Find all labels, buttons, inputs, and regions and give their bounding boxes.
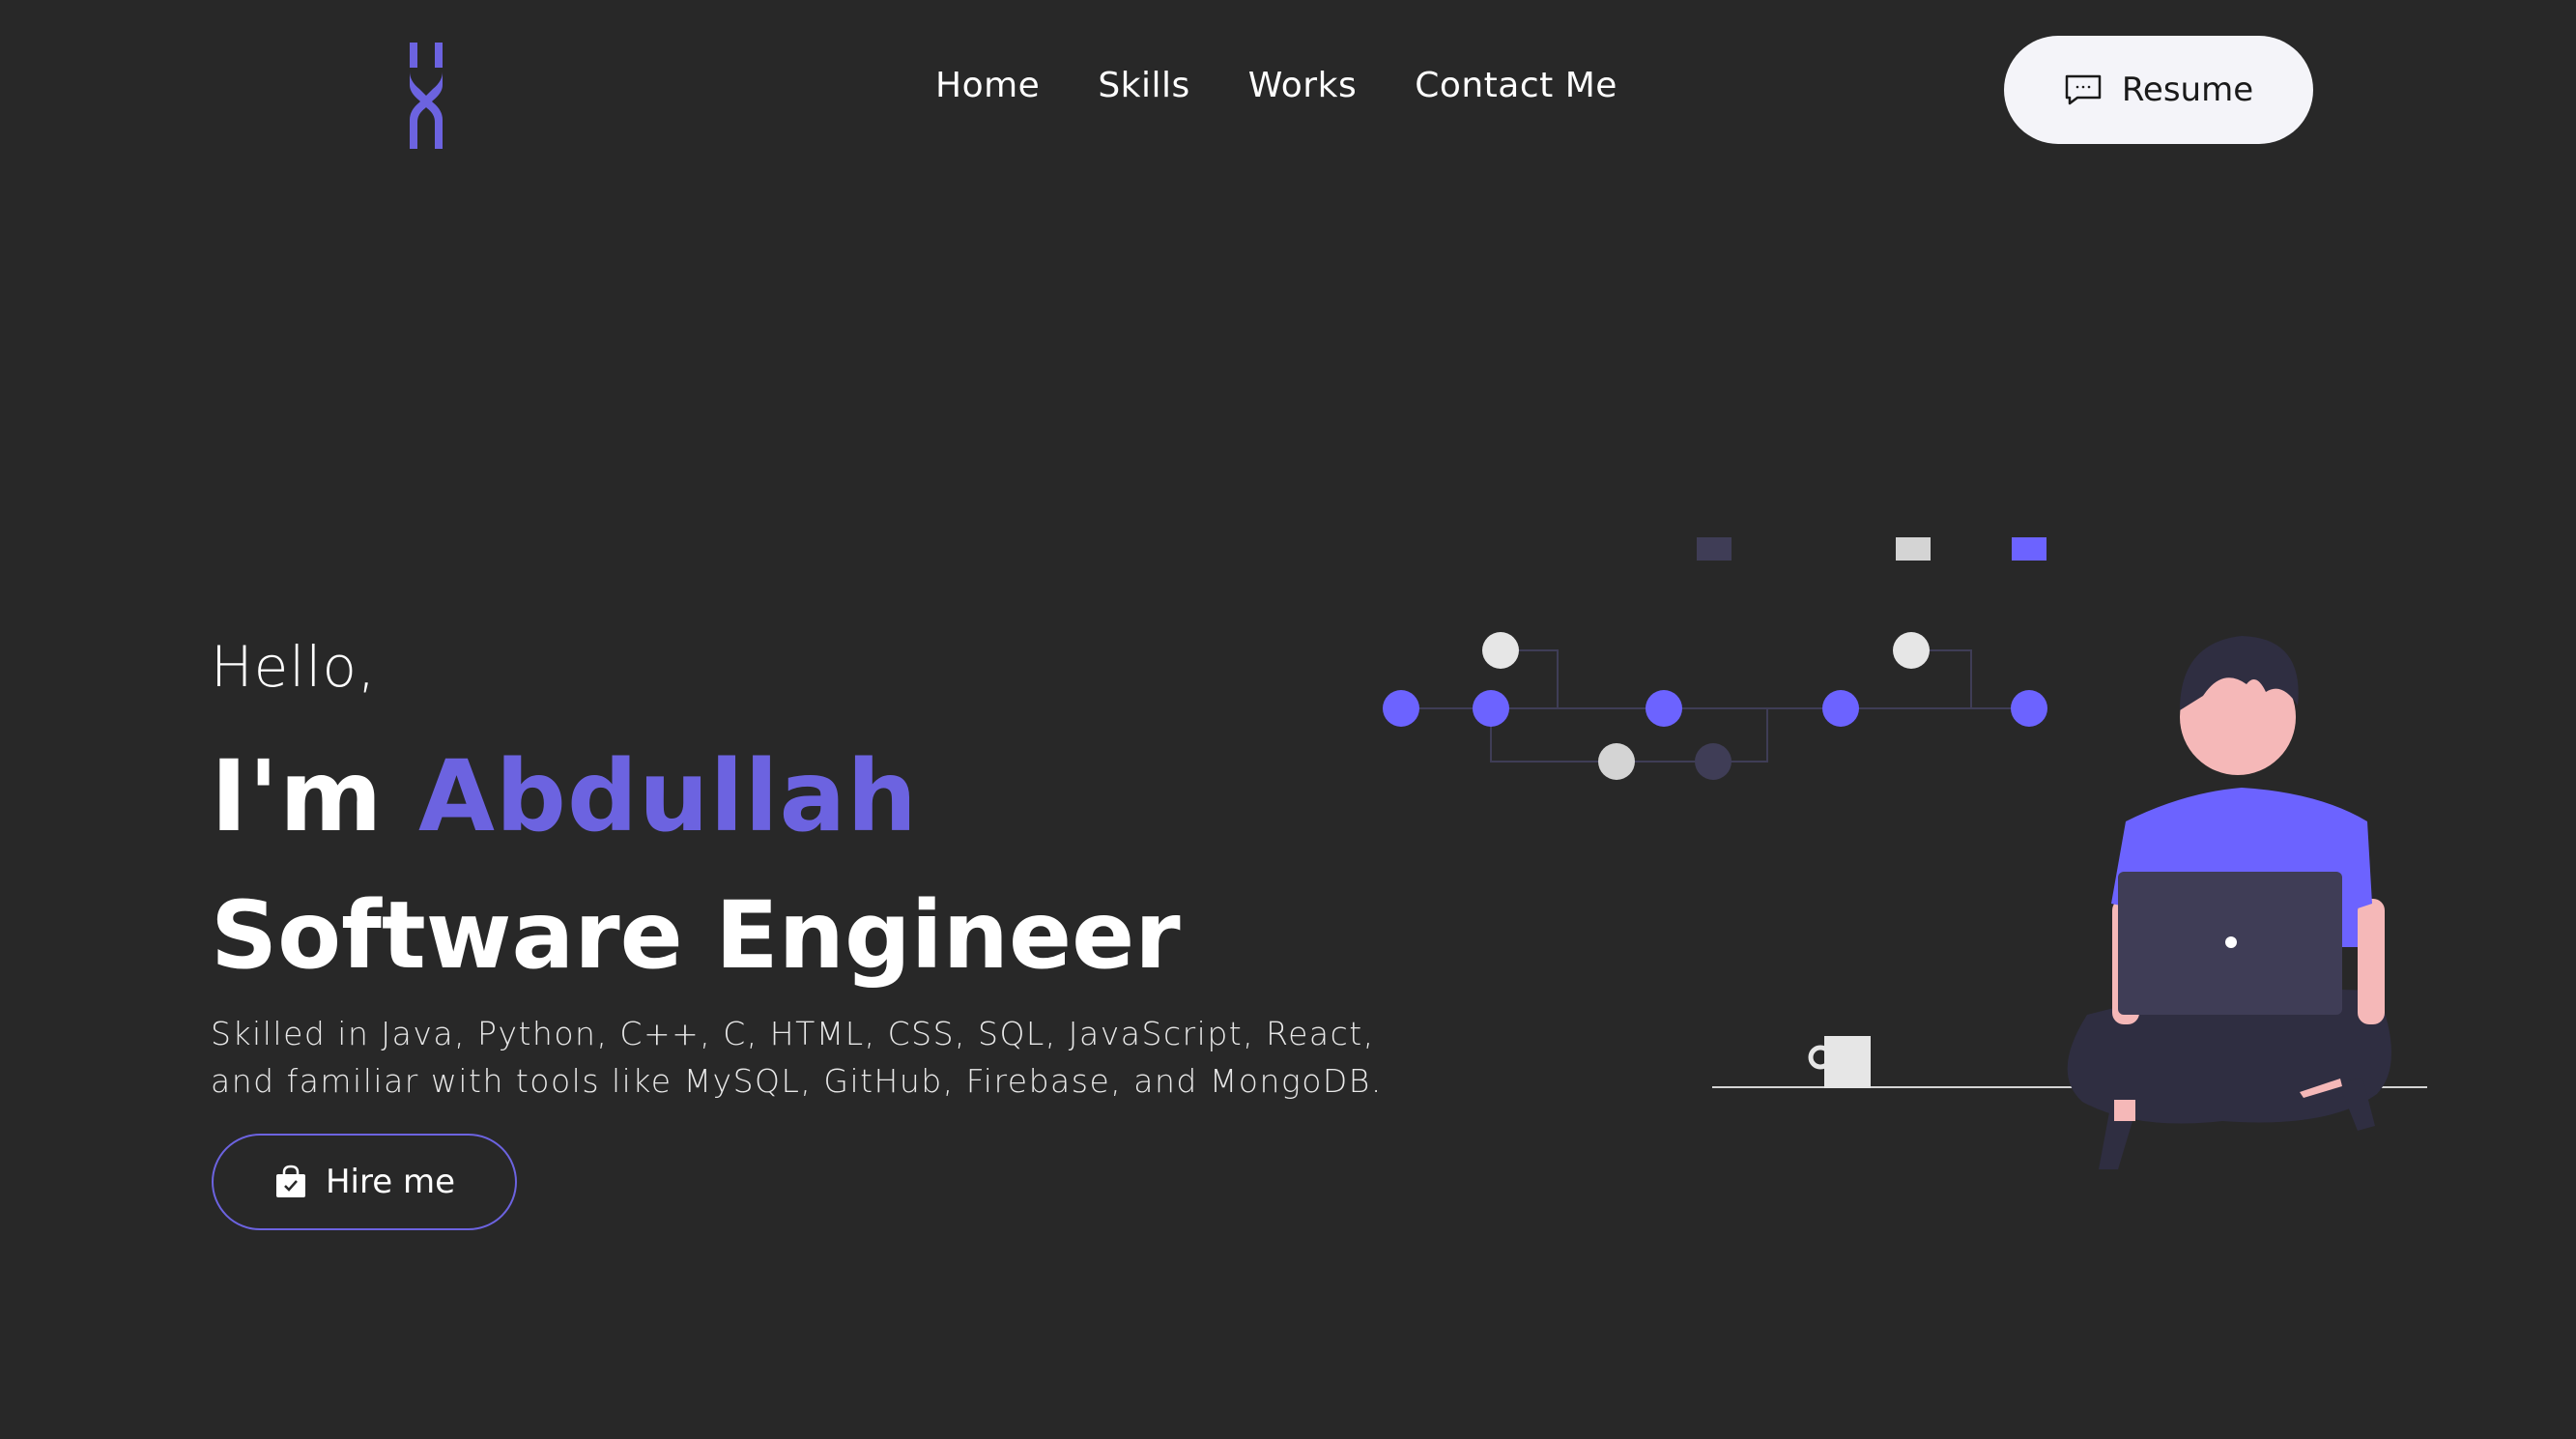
nav-home[interactable]: Home	[935, 66, 1040, 105]
greeting: Hello,	[211, 634, 377, 700]
portfolio-page: Home Skills Works Contact Me Resume Hell…	[0, 0, 2576, 1439]
node	[1893, 632, 1930, 669]
developer-illustration	[1383, 537, 2427, 1169]
hire-me-button[interactable]: Hire me	[212, 1134, 517, 1230]
node	[1695, 743, 1732, 780]
hire-me-label: Hire me	[325, 1163, 455, 1201]
intro-heading: I'm Abdullah	[211, 739, 918, 854]
skills-description: Skilled in Java, Python, C++, C, HTML, C…	[211, 1010, 1418, 1105]
node	[2011, 690, 2047, 727]
person-figure	[2067, 636, 2391, 1169]
description-line-2: and familiar with tools like MySQL, GitH…	[211, 1062, 1383, 1100]
node	[1383, 690, 1419, 727]
main-nav: Home Skills Works Contact Me	[935, 66, 1617, 105]
role-title: Software Engineer	[211, 881, 1181, 990]
node	[1482, 632, 1519, 669]
x-logo-icon[interactable]	[406, 43, 446, 149]
person-name: Abdullah	[417, 739, 918, 854]
resume-button[interactable]: Resume	[2004, 36, 2313, 144]
node	[1822, 690, 1859, 727]
nav-skills[interactable]: Skills	[1098, 66, 1189, 105]
node	[1646, 690, 1682, 727]
intro-prefix: I'm	[211, 739, 384, 854]
chat-bubble-icon	[2065, 74, 2102, 105]
node	[1473, 690, 1509, 727]
shopping-bag-icon	[275, 1165, 305, 1197]
resume-label: Resume	[2121, 71, 2254, 109]
square-dark	[1697, 537, 1732, 561]
description-line-1: Skilled in Java, Python, C++, C, HTML, C…	[211, 1015, 1375, 1052]
square-accent	[2012, 537, 2046, 561]
nav-works[interactable]: Works	[1248, 66, 1357, 105]
coffee-mug	[1808, 1036, 1871, 1088]
square-light	[1896, 537, 1931, 561]
nav-contact-me[interactable]: Contact Me	[1415, 66, 1617, 105]
node	[1598, 743, 1635, 780]
